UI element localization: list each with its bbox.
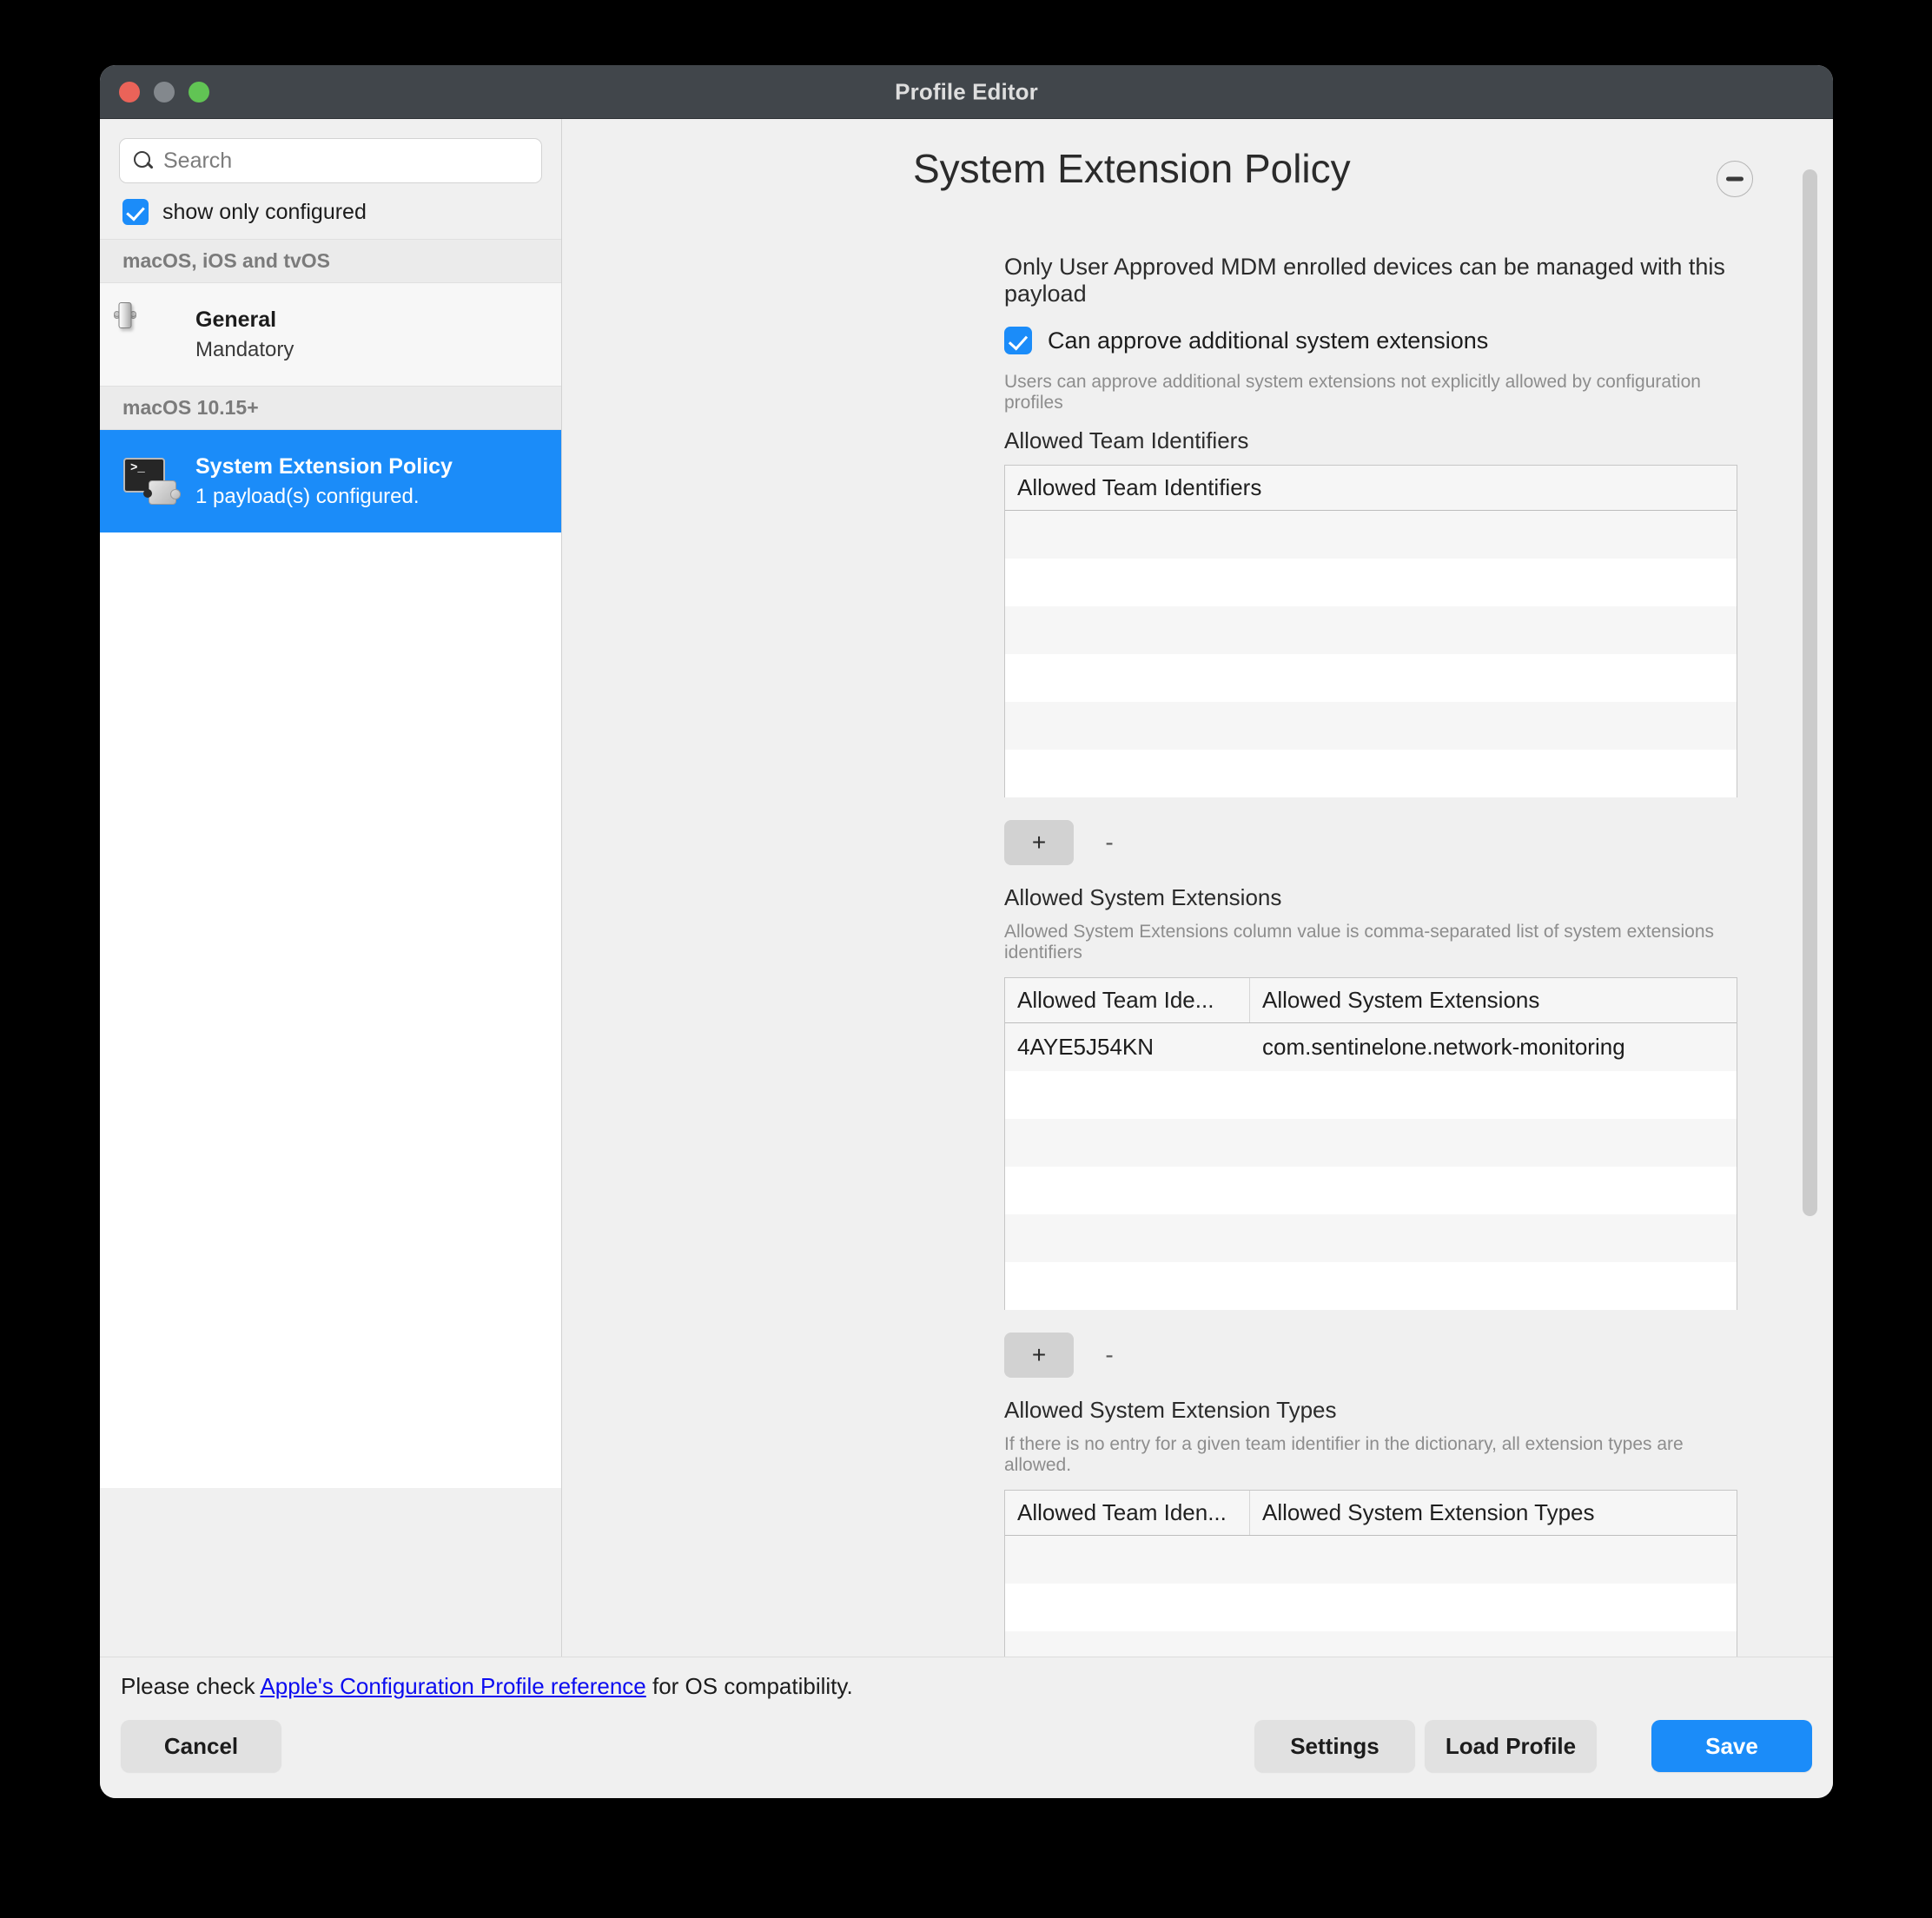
table-row[interactable]: 4AYE5J54KN com.sentinelone.network-monit…: [1005, 1023, 1737, 1071]
main-scrollbar[interactable]: [1803, 169, 1817, 1216]
compat-prefix: Please check: [121, 1673, 261, 1699]
compat-suffix: for OS compatibility.: [645, 1673, 853, 1699]
light-switch-icon: [114, 301, 176, 361]
table-row[interactable]: [1005, 1631, 1737, 1657]
remove-team-identifier-button[interactable]: -: [1082, 820, 1136, 865]
profile-editor-window: Profile Editor show only configured macO…: [100, 65, 1833, 1798]
payload-form: Only User Approved MDM enrolled devices …: [1004, 254, 1737, 1657]
sidebar-item-system-extension-policy-title: System Extension Policy: [195, 453, 453, 479]
can-approve-label: Can approve additional system extensions: [1048, 327, 1489, 354]
table-header-row: Allowed Team Iden... Allowed System Exte…: [1005, 1491, 1737, 1536]
table-row[interactable]: [1005, 1584, 1737, 1631]
system-extensions-row-controls: + -: [1004, 1333, 1737, 1378]
table-row[interactable]: [1005, 1536, 1737, 1584]
window-title: Profile Editor: [895, 78, 1038, 104]
remove-system-extension-button[interactable]: -: [1082, 1333, 1136, 1378]
dialog-footer: Please check Apple's Configuration Profi…: [100, 1657, 1833, 1798]
table-row[interactable]: [1005, 1167, 1737, 1214]
column-header-system-extensions[interactable]: Allowed System Extensions: [1250, 978, 1737, 1022]
search-icon: [132, 149, 155, 172]
table-header-row: Allowed Team Identifiers: [1005, 466, 1737, 511]
table-row[interactable]: [1005, 1262, 1737, 1310]
column-header-team-id-types[interactable]: Allowed Team Iden...: [1005, 1491, 1250, 1535]
section-label-system-extensions: Allowed System Extensions: [1004, 884, 1282, 910]
add-team-identifier-button[interactable]: +: [1004, 820, 1074, 865]
remove-payload-button[interactable]: [1717, 161, 1753, 197]
add-system-extension-button[interactable]: +: [1004, 1333, 1074, 1378]
column-header-system-extension-types[interactable]: Allowed System Extension Types: [1250, 1491, 1737, 1535]
table-allowed-team-identifiers[interactable]: Allowed Team Identifiers: [1004, 465, 1737, 797]
column-header-team-id[interactable]: Allowed Team Ide...: [1005, 978, 1250, 1022]
window-body: show only configured macOS, iOS and tvOS…: [100, 119, 1833, 1798]
table-row[interactable]: [1005, 511, 1737, 559]
table-row[interactable]: [1005, 1214, 1737, 1262]
settings-button[interactable]: Settings: [1254, 1720, 1415, 1772]
sidebar-item-system-extension-policy-subtitle: 1 payload(s) configured.: [195, 484, 420, 508]
page-title: System Extension Policy: [913, 146, 1351, 191]
table-row[interactable]: [1005, 606, 1737, 654]
show-only-configured-toggle[interactable]: show only configured: [100, 183, 561, 239]
sidebar-item-general-subtitle: Mandatory: [195, 337, 294, 361]
upa-mdm-note: Only User Approved MDM enrolled devices …: [1004, 254, 1725, 307]
search-input[interactable]: [163, 148, 529, 174]
table-allowed-system-extension-types[interactable]: Allowed Team Iden... Allowed System Exte…: [1004, 1490, 1737, 1657]
show-only-configured-label: show only configured: [162, 199, 367, 224]
can-approve-row[interactable]: Can approve additional system extensions: [1004, 327, 1737, 354]
table-header-row: Allowed Team Ide... Allowed System Exten…: [1005, 978, 1737, 1023]
section-label-team-identifiers: Allowed Team Identifiers: [1004, 427, 1249, 453]
search-container: [100, 119, 561, 183]
sidebar-item-general-title: General: [195, 307, 277, 332]
sidebar-group-header-macos-1015: macOS 10.15+: [100, 386, 561, 430]
cancel-button[interactable]: Cancel: [121, 1720, 281, 1772]
show-only-configured-checkbox[interactable]: [122, 199, 149, 225]
team-identifiers-row-controls: + -: [1004, 820, 1737, 865]
table-row[interactable]: [1005, 1119, 1737, 1167]
cell-team-id[interactable]: 4AYE5J54KN: [1005, 1023, 1250, 1071]
table-row[interactable]: [1005, 750, 1737, 797]
window-titlebar: Profile Editor: [100, 65, 1833, 119]
sidebar-item-system-extension-policy[interactable]: System Extension Policy 1 payload(s) con…: [100, 430, 561, 532]
table-row[interactable]: [1005, 654, 1737, 702]
can-approve-hint: Users can approve additional system exte…: [1004, 372, 1701, 413]
compat-note: Please check Apple's Configuration Profi…: [121, 1673, 853, 1700]
cell-system-extensions[interactable]: com.sentinelone.network-monitoring: [1250, 1023, 1737, 1071]
can-approve-checkbox[interactable]: [1004, 327, 1032, 354]
table-row[interactable]: [1005, 559, 1737, 606]
sidebar-item-general[interactable]: General Mandatory: [100, 283, 561, 386]
search-box[interactable]: [119, 138, 542, 183]
save-button[interactable]: Save: [1651, 1720, 1812, 1772]
table-row[interactable]: [1005, 1071, 1737, 1119]
apple-configuration-profile-reference-link[interactable]: Apple's Configuration Profile reference: [260, 1673, 645, 1699]
section-label-system-extension-types: Allowed System Extension Types: [1004, 1397, 1337, 1423]
section-hint-system-extension-types: If there is no entry for a given team id…: [1004, 1434, 1684, 1475]
sidebar: show only configured macOS, iOS and tvOS…: [100, 119, 562, 1657]
table-allowed-system-extensions[interactable]: Allowed Team Ide... Allowed System Exten…: [1004, 977, 1737, 1310]
section-hint-system-extensions: Allowed System Extensions column value i…: [1004, 922, 1715, 962]
column-header-allowed-team-identifiers[interactable]: Allowed Team Identifiers: [1005, 466, 1737, 510]
main-pane: System Extension Policy Only User Approv…: [563, 119, 1833, 1657]
terminal-puzzle-icon: [122, 454, 181, 508]
table-row[interactable]: [1005, 702, 1737, 750]
sidebar-empty-area: [100, 532, 561, 1488]
sidebar-group-header-macos-ios-tvos: macOS, iOS and tvOS: [100, 239, 561, 283]
load-profile-button[interactable]: Load Profile: [1425, 1720, 1597, 1772]
